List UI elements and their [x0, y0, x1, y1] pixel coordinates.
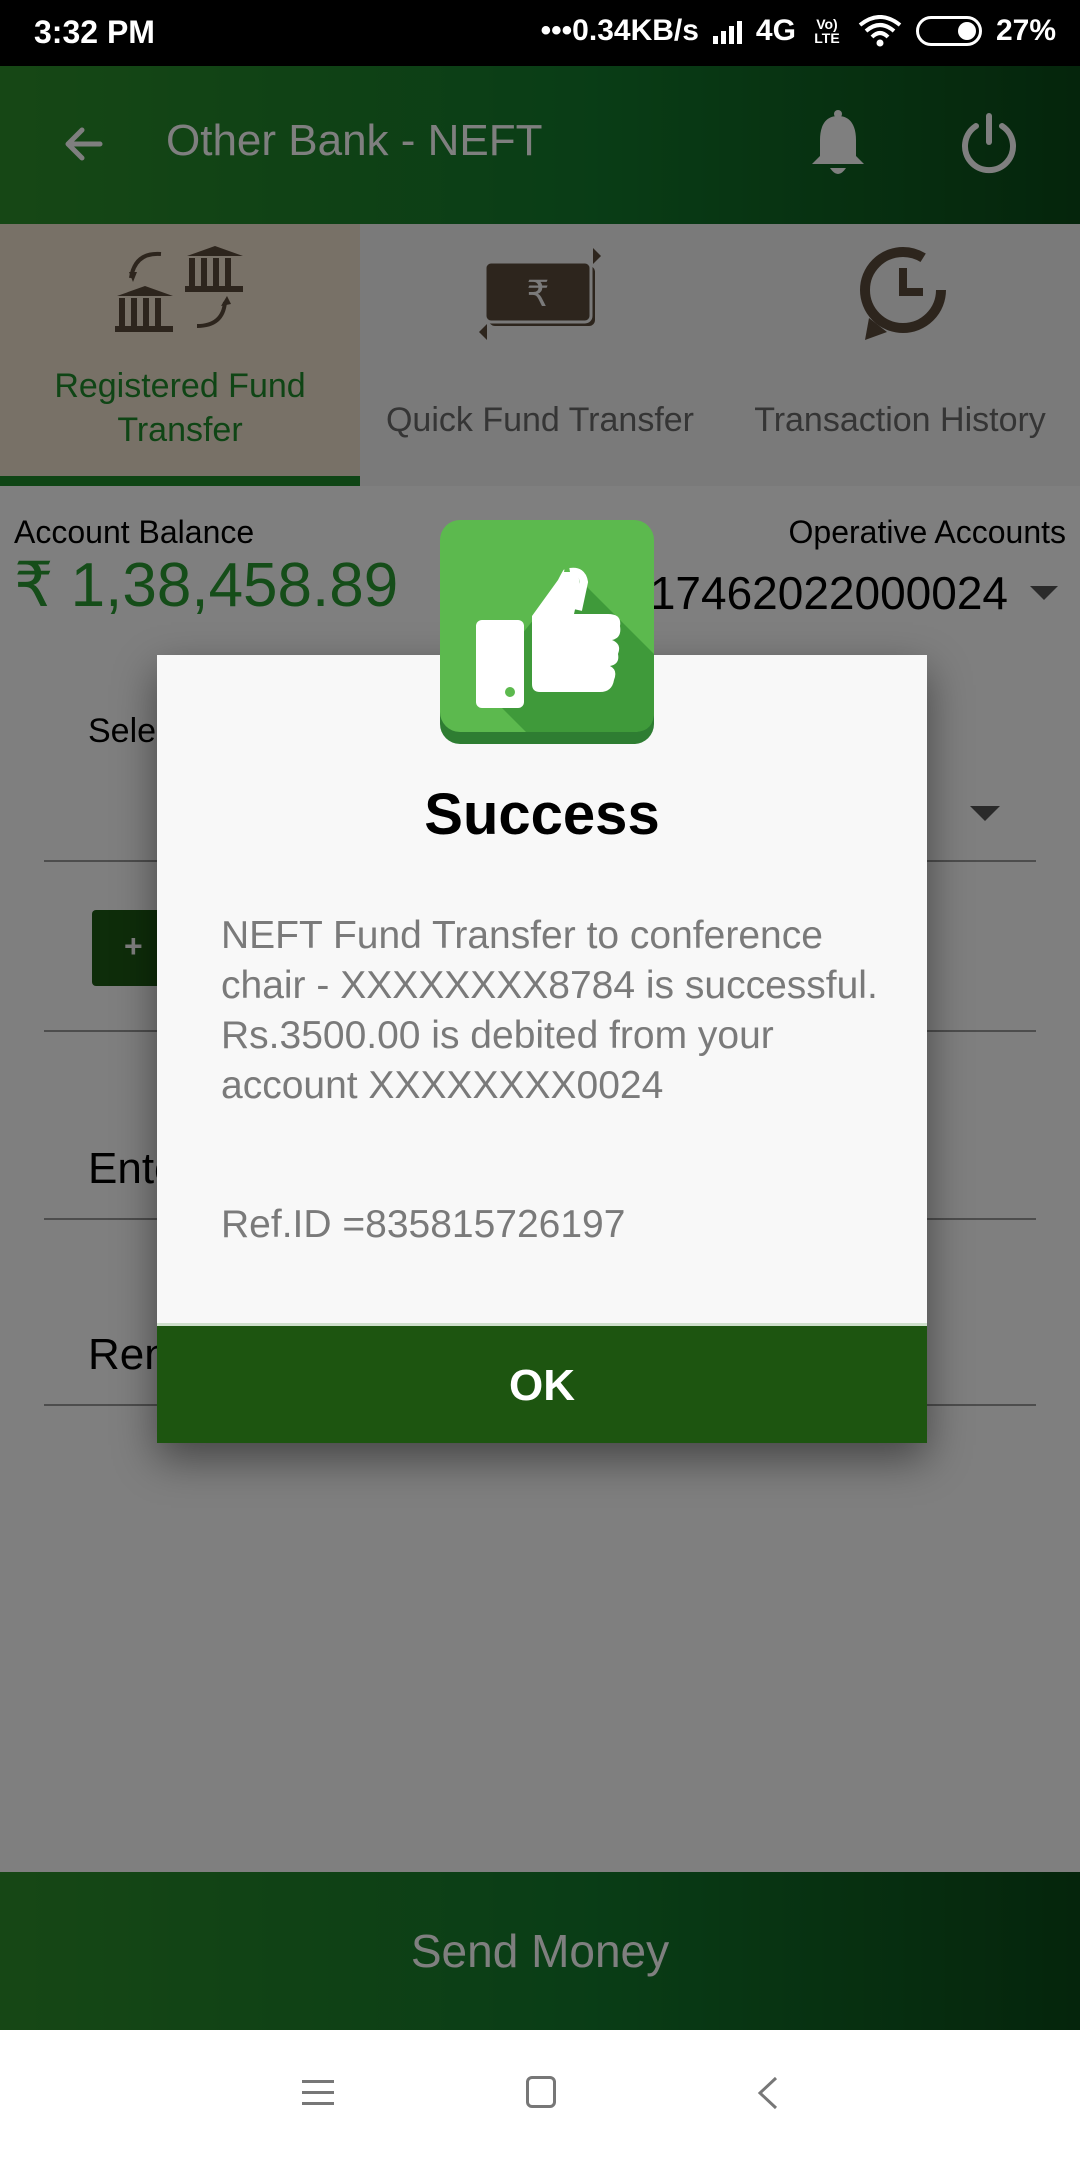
- status-icons: •••0.34KB/s 4G Vo) LTE 27%: [541, 14, 1056, 48]
- system-nav-bar: [0, 2030, 1080, 2160]
- signal-icon: [712, 18, 742, 44]
- thumbs-up-icon: [440, 520, 654, 744]
- menu-icon[interactable]: [302, 2078, 334, 2108]
- net-speed: •••0.34KB/s: [540, 14, 699, 47]
- success-dialog: Success NEFT Fund Transfer to conference…: [157, 655, 927, 1443]
- nav-back-icon[interactable]: [754, 2074, 782, 2112]
- wifi-icon: [858, 15, 902, 47]
- reference-id: Ref.ID =835815726197: [221, 1203, 626, 1246]
- status-bar: 3:32 PM •••0.34KB/s 4G Vo) LTE 27%: [0, 0, 1080, 66]
- dialog-title: Success: [424, 782, 660, 847]
- home-icon[interactable]: [526, 2076, 556, 2108]
- battery-icon: [915, 16, 982, 46]
- volte-icon: Vo) LTE: [814, 16, 840, 46]
- network-type: 4G: [755, 14, 796, 47]
- ok-button[interactable]: OK: [157, 1323, 927, 1443]
- battery-percent: 27%: [995, 14, 1056, 47]
- status-time: 3:32 PM: [34, 14, 155, 50]
- dialog-message: NEFT Fund Transfer to conference chair -…: [221, 914, 878, 1107]
